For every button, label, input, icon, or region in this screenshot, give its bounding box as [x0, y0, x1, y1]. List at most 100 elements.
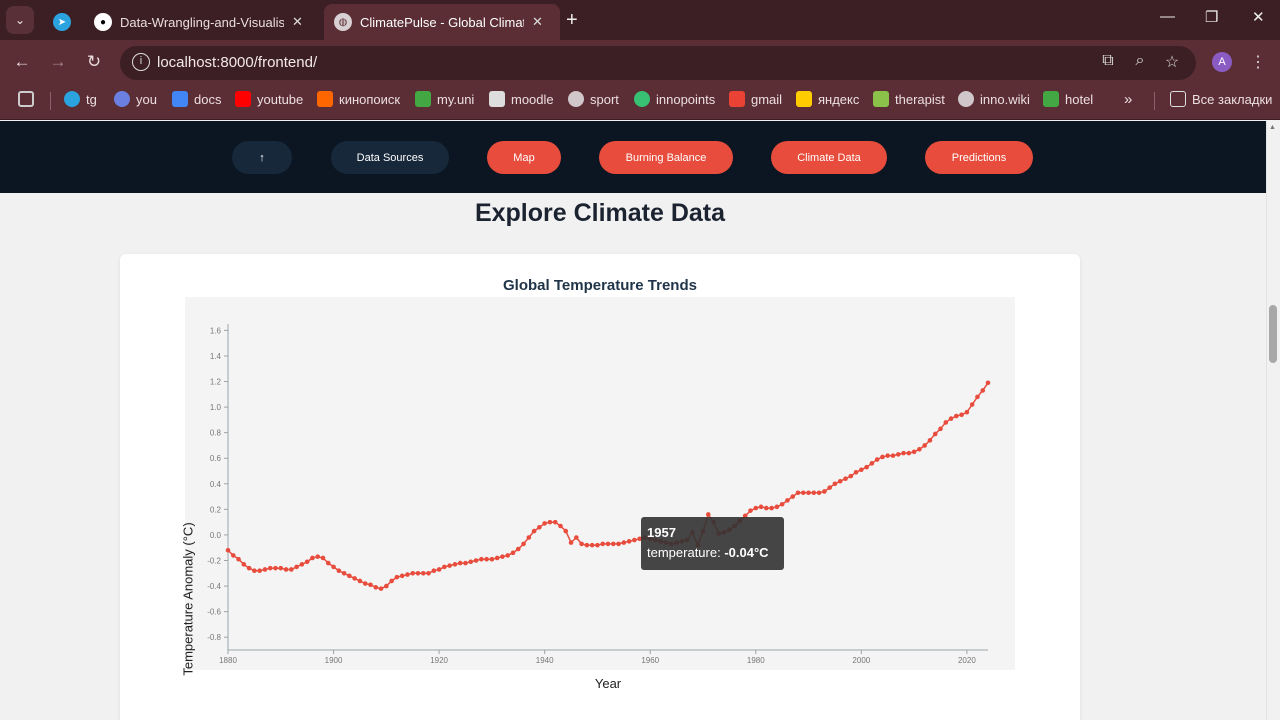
nav-predictions-button[interactable]: Predictions — [925, 141, 1033, 174]
more-menu-icon[interactable]: ⋮ — [1250, 52, 1266, 72]
mail-icon — [796, 91, 812, 107]
data-point — [948, 416, 954, 421]
data-point — [526, 535, 532, 540]
profile-avatar[interactable]: A — [1212, 52, 1232, 72]
data-point — [975, 394, 980, 400]
data-point — [384, 583, 389, 589]
data-point — [378, 586, 384, 591]
nav-map-button[interactable]: Map — [487, 141, 561, 174]
data-point — [843, 476, 848, 481]
bookmark-tg[interactable]: tg — [64, 91, 97, 107]
bookmark-sport[interactable]: sport — [568, 91, 619, 107]
bookmark-you[interactable]: you — [114, 91, 157, 107]
bookmark-youtube[interactable]: youtube — [235, 91, 303, 107]
x-tick-label: 1900 — [325, 656, 343, 665]
kinopoisk-icon — [317, 91, 333, 107]
data-point — [880, 454, 885, 460]
data-point — [610, 541, 616, 547]
more-bookmarks-icon[interactable]: » — [1124, 91, 1132, 108]
data-point — [811, 490, 817, 496]
data-point — [864, 464, 869, 470]
data-point — [853, 469, 859, 475]
scroll-up-arrow-icon[interactable]: ▲ — [1269, 124, 1276, 131]
data-point — [943, 420, 949, 425]
data-point — [283, 567, 289, 572]
bookmark-kinopoisk[interactable]: кинопоиск — [317, 91, 400, 107]
y-tick-label: 1.4 — [210, 352, 222, 361]
scroll-top-button[interactable]: ↑ — [232, 141, 292, 174]
close-window-icon[interactable]: ✕ — [1252, 8, 1265, 26]
bookmark-yandex[interactable]: яндекс — [796, 91, 859, 107]
nav-data-sources-button[interactable]: Data Sources — [331, 141, 449, 174]
close-icon[interactable]: ✕ — [292, 14, 303, 30]
translate-icon[interactable]: ⧉ — [1097, 52, 1119, 70]
uni-icon — [415, 91, 431, 107]
url-text[interactable]: localhost:8000/frontend/ — [157, 54, 317, 71]
bookmark-my-uni[interactable]: my.uni — [415, 91, 474, 107]
y-tick-label: 0.0 — [210, 531, 222, 540]
reload-icon[interactable]: ↻ — [81, 52, 107, 72]
scrollbar-thumb[interactable] — [1269, 305, 1277, 363]
data-point — [426, 570, 431, 576]
bookmark-star-icon[interactable]: ☆ — [1161, 52, 1183, 72]
tab-telegram-pinned[interactable]: ➤ — [44, 4, 80, 40]
tab-search-button[interactable]: ⌄ — [6, 6, 34, 34]
data-point — [568, 540, 574, 545]
minimize-icon[interactable]: — — [1160, 8, 1175, 25]
data-point — [552, 519, 558, 525]
bookmark-docs[interactable]: docs — [172, 91, 221, 107]
data-point — [246, 565, 252, 571]
data-point — [848, 473, 854, 479]
nav-climate-data-button[interactable]: Climate Data — [771, 141, 887, 174]
data-point — [890, 453, 896, 458]
tab-github[interactable]: ● Data-Wrangling-and-Visualisati ✕ — [84, 4, 320, 40]
y-tick-label: 0.8 — [210, 429, 222, 438]
data-point — [938, 426, 943, 432]
x-tick-label: 1980 — [747, 656, 765, 665]
apps-grid-icon[interactable] — [18, 91, 40, 107]
bookmark-hotel[interactable]: hotel — [1043, 91, 1093, 107]
bookmark-therapist[interactable]: therapist — [873, 91, 945, 107]
bookmark-inno-wiki[interactable]: inno.wiki — [958, 91, 1030, 107]
data-point — [415, 570, 421, 576]
site-info-icon[interactable]: i — [132, 53, 150, 71]
bookmark-innopoints[interactable]: innopoints — [634, 91, 715, 107]
data-point — [969, 402, 975, 407]
page-scrollbar[interactable] — [1266, 121, 1280, 720]
data-point — [922, 443, 927, 448]
x-tick-label: 1960 — [641, 656, 659, 665]
data-point — [589, 542, 595, 548]
data-point — [225, 547, 231, 553]
bookmark-gmail[interactable]: gmail — [729, 91, 782, 107]
data-point — [832, 481, 838, 487]
data-point — [859, 467, 864, 473]
data-point — [341, 570, 347, 576]
tab-climatepulse-active[interactable]: ◍ ClimatePulse - Global Climate C ✕ — [324, 4, 560, 40]
data-point — [236, 556, 241, 562]
close-icon[interactable]: ✕ — [532, 14, 543, 30]
data-point — [885, 453, 891, 458]
back-arrow-icon[interactable]: ← — [9, 52, 35, 72]
x-tick-label: 2020 — [958, 656, 976, 665]
data-point — [278, 565, 284, 571]
bookmark-moodle[interactable]: moodle — [489, 91, 554, 107]
data-point — [584, 542, 590, 548]
nav-burning-balance-button[interactable]: Burning Balance — [599, 141, 733, 174]
zoom-icon[interactable]: ⌕ — [1129, 52, 1151, 70]
all-bookmarks-folder[interactable]: Все закладки — [1170, 91, 1272, 107]
x-tick-label: 1940 — [536, 656, 554, 665]
data-point — [431, 568, 437, 574]
y-tick-label: 0.6 — [210, 454, 222, 463]
forward-arrow-icon[interactable]: → — [45, 52, 71, 72]
telegram-icon — [64, 91, 80, 107]
restore-icon[interactable]: ❐ — [1205, 8, 1218, 26]
browser-tab-strip: ⌄ ➤ ● Data-Wrangling-and-Visualisati ✕ ◍… — [0, 0, 1280, 40]
data-point — [373, 585, 379, 590]
page-viewport: ↑ Data Sources Map Burning Balance Clima… — [0, 121, 1266, 720]
data-point — [294, 564, 299, 570]
data-point — [267, 565, 273, 571]
data-point — [574, 535, 579, 540]
new-tab-button[interactable]: + — [566, 9, 578, 32]
x-tick-label: 1880 — [219, 656, 237, 665]
tab-title: Data-Wrangling-and-Visualisati — [120, 14, 284, 30]
